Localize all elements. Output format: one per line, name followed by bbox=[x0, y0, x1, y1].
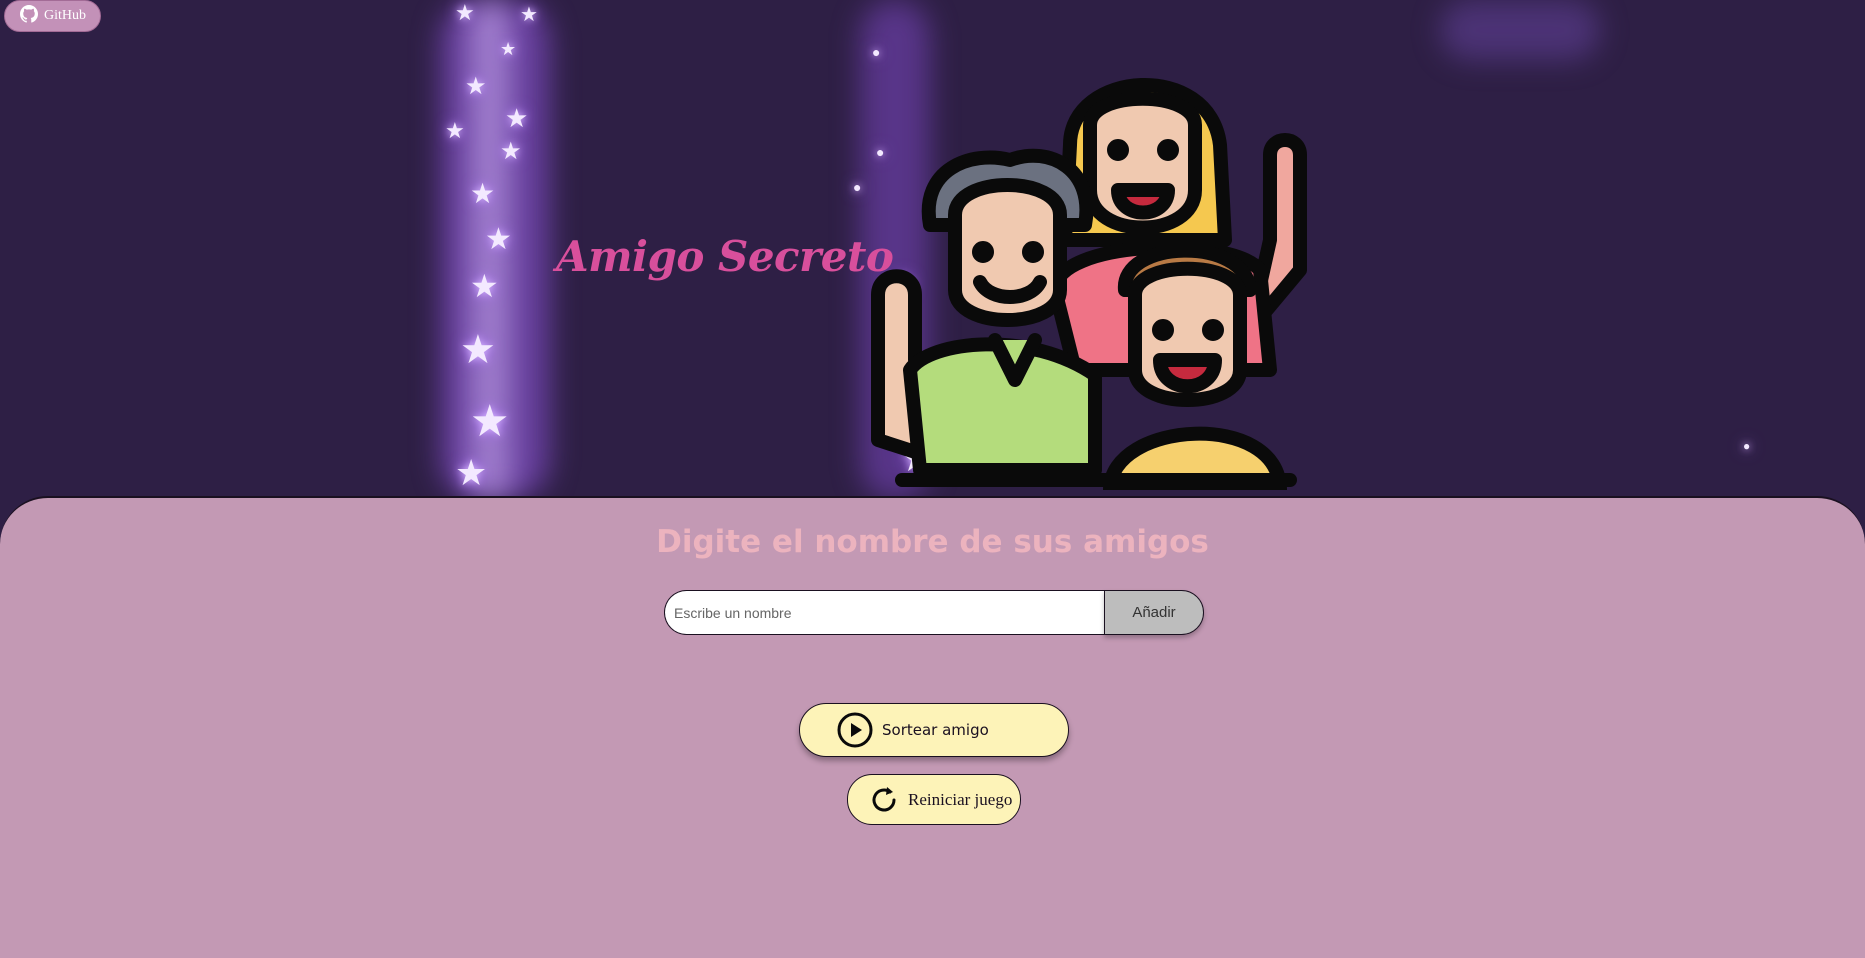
play-circle-icon bbox=[836, 711, 874, 749]
refresh-icon bbox=[868, 784, 900, 816]
friends-illustration bbox=[871, 78, 1307, 490]
github-button[interactable]: GitHub bbox=[4, 0, 101, 32]
github-label: GitHub bbox=[44, 8, 86, 23]
draw-friend-label: Sortear amigo bbox=[882, 721, 989, 739]
add-friend-form: Añadir bbox=[664, 590, 1204, 635]
section-heading: Digite el nombre de sus amigos bbox=[656, 524, 1209, 560]
github-icon bbox=[20, 4, 39, 28]
friend-name-input[interactable] bbox=[664, 590, 1104, 635]
add-button[interactable]: Añadir bbox=[1104, 590, 1204, 635]
reset-game-label: Reiniciar juego bbox=[908, 789, 1013, 809]
page-title: Amigo Secreto bbox=[556, 232, 894, 281]
draw-friend-button[interactable]: Sortear amigo bbox=[799, 703, 1069, 757]
reset-game-button[interactable]: Reiniciar juego bbox=[847, 774, 1021, 825]
